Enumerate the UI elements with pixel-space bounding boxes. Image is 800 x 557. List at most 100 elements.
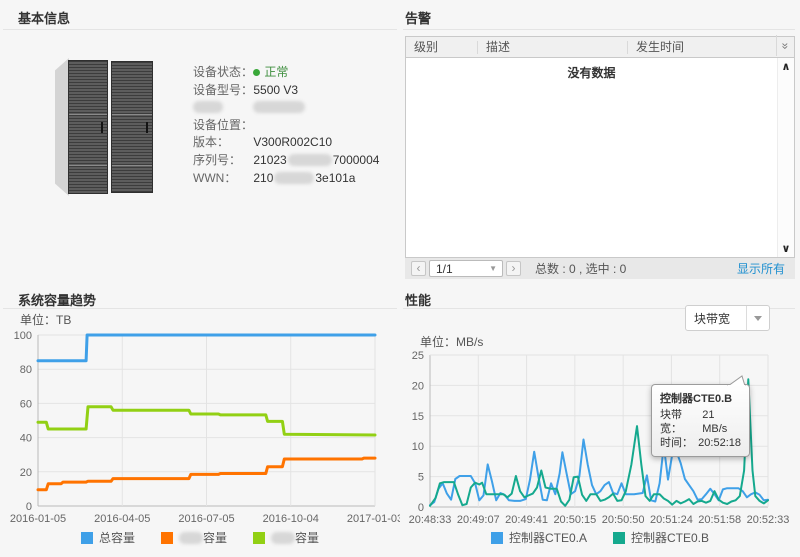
device-cabinet-right — [111, 61, 153, 193]
wwn-value: 210 3e101a — [253, 170, 356, 185]
device-location-row: 设备位置： — [193, 117, 379, 135]
storage-device-image — [55, 58, 155, 196]
performance-legend: 控制器CTE0.A 控制器CTE0.B — [400, 529, 800, 546]
legend-item-total-capacity: 总容量 — [80, 529, 135, 546]
divider — [3, 29, 397, 30]
svg-text:20: 20 — [412, 380, 424, 392]
svg-text:2016-10-04: 2016-10-04 — [263, 513, 319, 525]
capacity-panel-title: 系统容量趋势 — [18, 293, 97, 308]
vertical-scrollbar[interactable]: ∧ ∨ — [777, 58, 794, 257]
device-cabinet-left — [68, 60, 108, 194]
column-header-description: 描述 — [477, 40, 627, 54]
svg-text:20:49:41: 20:49:41 — [505, 514, 548, 526]
legend-chip-orange — [160, 531, 173, 544]
device-model-label: 设备型号： — [193, 82, 254, 97]
alarm-count-summary: 总数 : 0 , 选中 : 0 — [535, 262, 627, 276]
masked-block — [271, 532, 295, 544]
wwn-row: WWN： 210 3e101a — [193, 170, 379, 188]
performance-panel-title: 性能 — [405, 293, 432, 308]
scroll-down-icon[interactable]: ∨ — [778, 242, 794, 255]
status-ok-icon — [253, 69, 261, 76]
capacity-trend-chart[interactable]: 0 20 40 60 80 100 2016-01-05 2016-04-05 2016-07-… — [0, 318, 400, 530]
device-model-row: 设备型号： 5500 V3 — [193, 82, 379, 100]
masked-block — [193, 101, 223, 114]
tooltip-row-bandwidth: 块带宽： 21 MB/s — [660, 409, 728, 435]
version-label: 版本： — [193, 135, 230, 150]
double-chevron-down-icon: » — [778, 42, 793, 48]
legend-item-controller-a: 控制器CTE0.A — [490, 529, 587, 546]
legend-chip-teal — [613, 531, 625, 544]
svg-text:60: 60 — [20, 398, 32, 410]
divider — [403, 29, 795, 30]
prev-page-button[interactable]: ‹ — [411, 261, 426, 276]
svg-text:10: 10 — [412, 441, 424, 453]
svg-text:0: 0 — [26, 501, 32, 513]
tooltip-row-time: 时间： 20:52:18 — [660, 437, 741, 449]
svg-text:20:49:07: 20:49:07 — [457, 514, 500, 526]
alarm-table-header: 级别 描述 发生时间 » — [406, 34, 794, 58]
chart-tooltip: 控制器CTE0.B 块带宽： 21 MB/s 时间： 20:52:18 — [651, 375, 750, 457]
device-status-row: 设备状态： 正常 — [193, 64, 379, 82]
masked-info-row — [193, 99, 379, 117]
tooltip-pointer — [727, 375, 746, 386]
legend-chip-blue — [490, 531, 503, 544]
masked-block — [274, 171, 315, 184]
svg-text:2016-04-05: 2016-04-05 — [94, 513, 150, 525]
legend-item-free-capacity-masked: 容量 — [253, 529, 319, 546]
scroll-up-icon[interactable]: ∧ — [778, 60, 794, 73]
column-header-level: 级别 — [414, 39, 439, 54]
column-header-time: 发生时间 — [627, 40, 776, 54]
alarm-table: 级别 描述 发生时间 » 没有数据 ∧ ∨ — [405, 34, 795, 258]
masked-block — [287, 153, 332, 166]
svg-text:20:48:33: 20:48:33 — [409, 514, 452, 526]
legend-item-used-capacity-masked: 容量 — [160, 529, 227, 546]
svg-text:25: 25 — [412, 350, 424, 362]
column-settings-button[interactable]: » — [776, 34, 794, 56]
svg-text:80: 80 — [20, 364, 32, 376]
metric-dropdown-value: 块带宽 — [694, 311, 731, 326]
svg-text:0: 0 — [418, 502, 424, 514]
caret-down-icon: ▼ — [489, 264, 497, 273]
version-row: 版本： V300R002C10 — [193, 134, 379, 152]
capacity-legend: 总容量 容量 容量 — [0, 529, 400, 546]
legend-chip-blue — [80, 531, 93, 544]
masked-block — [253, 101, 306, 114]
svg-text:20:52:33: 20:52:33 — [747, 514, 790, 526]
svg-text:100: 100 — [14, 330, 32, 342]
page-select[interactable]: 1/1 ▼ — [429, 260, 503, 277]
svg-text:15: 15 — [412, 411, 424, 423]
svg-text:20:51:58: 20:51:58 — [698, 514, 741, 526]
masked-block — [178, 532, 203, 544]
device-location-label: 设备位置： — [193, 117, 254, 132]
svg-text:2017-01-03: 2017-01-03 — [347, 513, 400, 525]
dashboard-page: 基本信息 设备状态： 正常 设备型号： 5500 V3 设备位置： 版本： V3… — [0, 0, 800, 557]
serial-row: 序列号： 21023 7000004 — [193, 152, 379, 170]
svg-text:5: 5 — [418, 472, 424, 484]
page-indicator: 1/1 — [436, 261, 453, 276]
alarm-pagination-bar: ‹ 1/1 ▼ › 总数 : 0 , 选中 : 0 显示所有 — [405, 258, 795, 279]
metric-dropdown[interactable]: 块带宽 — [685, 305, 770, 331]
tooltip-title: 控制器CTE0.B — [660, 393, 733, 405]
alarm-title: 告警 — [405, 11, 432, 26]
device-model-value: 5500 V3 — [253, 82, 299, 97]
device-status-value: 正常 — [253, 65, 288, 79]
svg-text:2016-01-05: 2016-01-05 — [10, 513, 66, 525]
serial-label: 序列号： — [193, 152, 242, 167]
serial-value: 21023 7000004 — [253, 152, 380, 167]
version-value: V300R002C10 — [253, 135, 333, 150]
basic-info-title: 基本信息 — [18, 11, 71, 26]
device-info-list: 设备状态： 正常 设备型号： 5500 V3 设备位置： 版本： V300R00… — [193, 64, 379, 187]
svg-text:2016-07-05: 2016-07-05 — [178, 513, 234, 525]
device-status-label: 设备状态： — [193, 65, 254, 79]
svg-text:40: 40 — [20, 433, 32, 445]
legend-chip-green — [253, 531, 265, 544]
no-data-text: 没有数据 — [567, 66, 616, 80]
device-side-panel — [55, 58, 69, 196]
wwn-label: WWN： — [193, 170, 237, 185]
svg-text:20:51:24: 20:51:24 — [650, 514, 693, 526]
svg-text:20: 20 — [20, 467, 32, 479]
show-all-link[interactable]: 显示所有 — [737, 260, 785, 277]
legend-item-controller-b: 控制器CTE0.B — [613, 529, 709, 546]
svg-text:20:50:50: 20:50:50 — [602, 514, 645, 526]
next-page-button[interactable]: › — [506, 261, 521, 276]
